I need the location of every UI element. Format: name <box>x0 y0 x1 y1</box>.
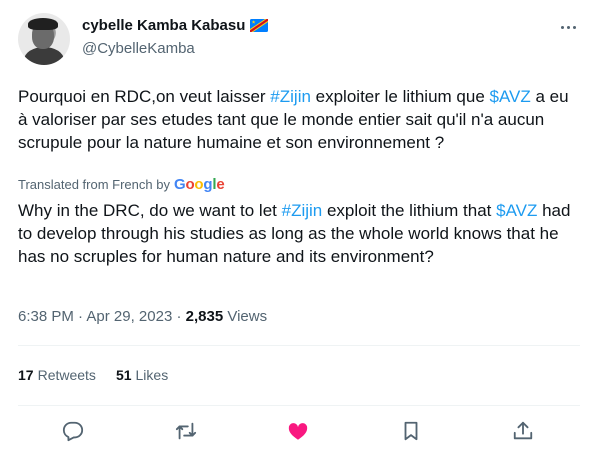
like-icon[interactable] <box>287 420 309 442</box>
text-segment: Why in the DRC, do we want to let <box>18 201 282 220</box>
text-segment: exploiter le lithium que <box>310 87 490 106</box>
cashtag-link[interactable]: $AVZ <box>490 87 531 106</box>
author-handle[interactable]: @CybelleKamba <box>82 40 195 57</box>
tweet-time[interactable]: 6:38 PM <box>18 308 74 325</box>
google-logo: Google <box>173 176 225 193</box>
reply-icon[interactable] <box>62 420 84 442</box>
more-options-icon[interactable] <box>558 18 578 36</box>
divider <box>18 345 580 346</box>
translation-attribution[interactable]: Translated from French by Google <box>18 176 225 193</box>
drc-flag-icon <box>250 19 269 32</box>
likes-label: Likes <box>135 367 169 383</box>
translation-label: Translated from French by <box>18 177 170 192</box>
cashtag-link[interactable]: $AVZ <box>496 201 537 220</box>
avatar[interactable] <box>18 13 70 65</box>
author-display-name[interactable]: cybelle Kamba Kabasu <box>82 17 245 34</box>
views-label: Views <box>227 308 268 325</box>
tweet-translated-text: Why in the DRC, do we want to let #Zijin… <box>18 199 578 268</box>
retweets-count: 17 <box>18 367 34 383</box>
divider <box>18 405 580 406</box>
likes-count: 51 <box>115 367 132 383</box>
engagement-stats: 17 Retweets 51 Likes <box>18 367 168 383</box>
text-segment: Pourquoi en RDC,on veut laisser <box>18 87 271 106</box>
meta-separator: · <box>176 308 186 325</box>
tweet-original-text: Pourquoi en RDC,on veut laisser #Zijin e… <box>18 85 578 154</box>
hashtag-link[interactable]: #Zijin <box>270 87 311 106</box>
hashtag-link[interactable]: #Zijin <box>282 201 323 220</box>
retweets-stat[interactable]: 17 Retweets <box>18 367 96 383</box>
action-bar <box>0 414 598 448</box>
retweets-label: Retweets <box>37 367 96 383</box>
bookmark-icon[interactable] <box>400 420 422 442</box>
author-name-row: cybelle Kamba Kabasu <box>82 17 269 34</box>
views-count: 2,835 <box>185 308 224 325</box>
tweet-date[interactable]: Apr 29, 2023 <box>86 308 172 325</box>
text-segment: exploit the lithium that <box>322 201 497 220</box>
tweet-meta: 6:38 PM · Apr 29, 2023 · 2,835 Views <box>18 308 267 325</box>
retweet-icon[interactable] <box>175 420 197 442</box>
share-icon[interactable] <box>512 420 534 442</box>
likes-stat[interactable]: 51 Likes <box>116 367 168 383</box>
